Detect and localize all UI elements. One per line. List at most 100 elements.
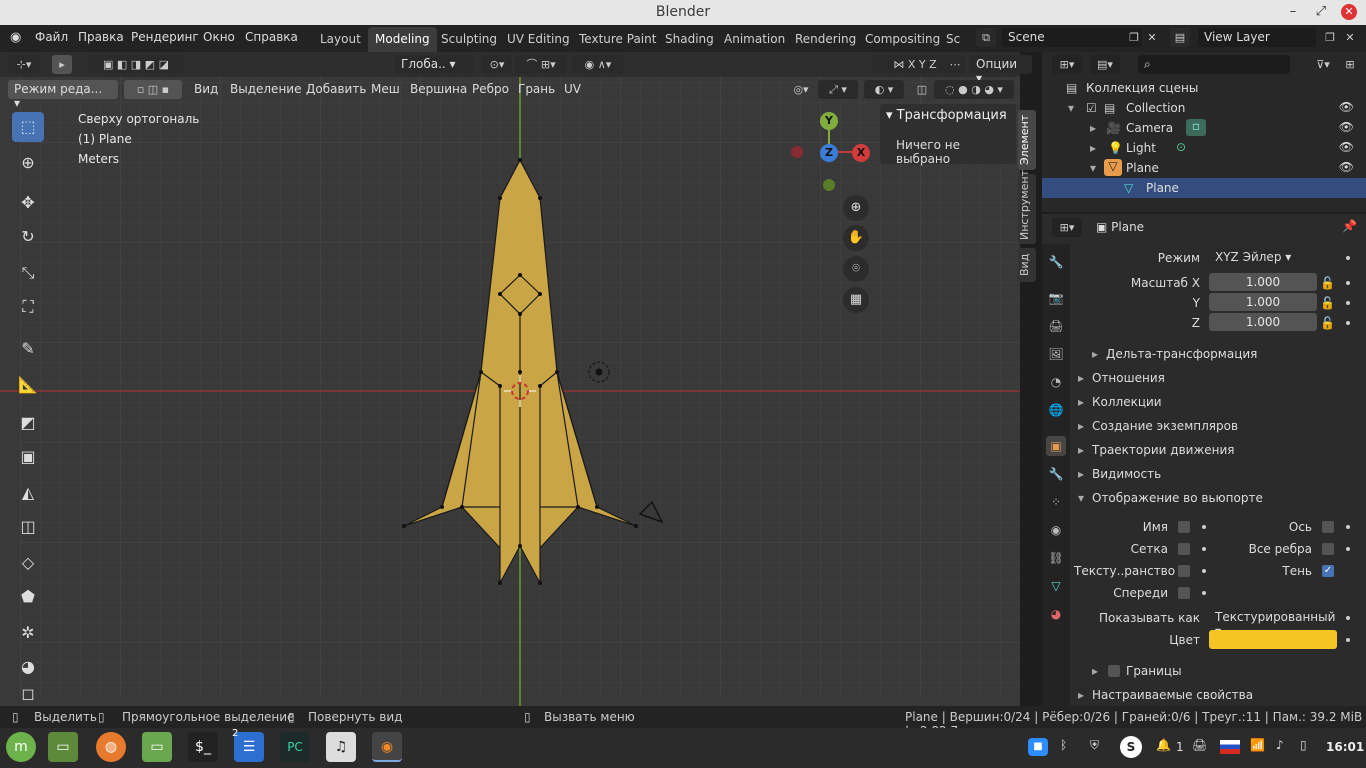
lock-x-icon[interactable]: 🔓 [1320,276,1335,290]
pivot-icon[interactable]: ⊙▾ [482,55,512,74]
modifier-tab-icon[interactable]: 🔧 [1046,464,1066,484]
blender-logo-icon[interactable]: ◉ [10,30,21,45]
pin-icon[interactable]: 📌 [1342,219,1357,233]
particles-tab-icon[interactable]: ⁘ [1046,492,1066,512]
camera-data-icon[interactable]: ▫ [1186,119,1206,136]
bounds-checkbox[interactable] [1108,665,1120,677]
select-box-tool-icon[interactable]: ⬚ [12,112,44,142]
volume-icon[interactable]: ♪ [1276,738,1284,752]
rotation-mode-dropdown[interactable]: XYZ Эйлер ▾ [1209,248,1317,267]
mesh-select-mode-icons[interactable]: ▫ ◫ ▪ [124,80,182,99]
output-tab-icon[interactable]: 🖨 [1046,316,1066,336]
tab-modeling[interactable]: Modeling [368,27,437,52]
menu-vertex[interactable]: Вершина [410,82,467,96]
ortho-grid-icon[interactable]: ▦ [843,287,869,313]
music-icon[interactable]: ♫ [326,732,356,762]
gizmo-z[interactable]: Z [820,144,838,162]
new-collection-icon[interactable]: ⊞ [1340,55,1360,74]
scale-tool-icon[interactable]: ⤡ [12,258,44,288]
firefox-icon[interactable]: ◍ [96,732,126,762]
close-icon[interactable]: ✕ [1341,4,1357,20]
all-edges-checkbox[interactable] [1322,543,1334,555]
remove-icon[interactable]: ✕ [1142,28,1162,47]
instancing-panel[interactable]: Создание экземпляров [1072,419,1366,441]
axis-checkbox[interactable] [1322,521,1334,533]
menu-uv[interactable]: UV [564,82,581,96]
light-data-icon[interactable]: ⊙ [1176,140,1186,154]
skype-icon[interactable]: S [1120,736,1142,758]
notifications-icon[interactable]: 🔔 [1156,738,1171,752]
scale-x-field[interactable]: 1.000 [1209,273,1317,291]
menu-window[interactable]: Окно [203,30,235,44]
editor-type-icon[interactable]: ⊹▾ [8,55,40,74]
zoom-icon[interactable]: ⊕ [843,195,869,221]
zoom-app-icon[interactable]: ■ [1028,738,1048,756]
collections-panel[interactable]: Коллекции [1072,395,1366,417]
scene-name-field[interactable]: Scene [1002,28,1142,47]
eye-icon[interactable]: 👁 [1339,140,1354,154]
inset-tool-icon[interactable]: ▣ [12,442,44,472]
view-layer-icon[interactable]: ▤ [1170,28,1190,47]
wifi-icon[interactable]: 📶 [1250,738,1265,752]
measure-tool-icon[interactable]: 📐 [12,370,44,400]
lock-z-icon[interactable]: 🔓 [1320,316,1335,330]
menu-view[interactable]: Вид [194,82,218,96]
gizmo-x[interactable]: X [852,144,870,162]
remove-layer-icon[interactable]: ✕ [1340,28,1360,47]
relations-panel[interactable]: Отношения [1072,371,1366,393]
snap-icon[interactable]: ⌒ ⊞▾ [515,55,567,74]
eye-icon[interactable]: 👁 [1339,100,1354,114]
in-front-checkbox[interactable] [1178,587,1190,599]
overlay-toggle-icon[interactable]: ◐ ▾ [864,80,904,99]
menu-mesh[interactable]: Меш [371,82,400,96]
menu-edge[interactable]: Ребро [472,82,509,96]
texture-space-checkbox[interactable] [1178,565,1190,577]
outliner-plane[interactable]: ▾ ▽ Plane 👁 [1042,158,1366,178]
transform-panel-title[interactable]: ▾ Трансформация [886,108,1007,123]
terminal-icon[interactable]: $_ [188,732,218,762]
3d-viewport[interactable]: Y Z X ⊕ ✋ ⌾ ▦ Сверху ортогональ (1) Plan… [0,52,1020,706]
view-layer-field[interactable]: View Layer [1198,28,1316,47]
render-tab-icon[interactable]: 📷 [1046,288,1066,308]
extrude-tool-icon[interactable]: ◩ [12,408,44,438]
props-editor-icon[interactable]: ⊞▾ [1052,218,1082,237]
menu-select[interactable]: Выделение [230,82,301,96]
mint-menu-icon[interactable]: m [6,732,36,762]
minimize-icon[interactable]: – [1284,3,1302,21]
physics-tab-icon[interactable]: ◉ [1046,520,1066,540]
shield-icon[interactable]: ⛨ [1090,738,1099,753]
knife-tool-icon[interactable]: ◇ [12,548,44,578]
loop-cut-tool-icon[interactable]: ◫ [12,512,44,542]
keyboard-layout-icon[interactable] [1220,740,1240,754]
menu-file[interactable]: Файл [35,30,68,44]
tab-sculpting[interactable]: Sculpting [434,27,504,52]
constraints-tab-icon[interactable]: ⛓ [1046,548,1066,568]
tab-item[interactable]: Элемент [1018,110,1036,170]
poly-build-tool-icon[interactable]: ⬟ [12,582,44,612]
data-tab-icon[interactable]: ▽ [1046,576,1066,596]
shading-mode-icons[interactable]: ◌ ● ◑ ◕ ▾ [934,80,1014,99]
pan-hand-icon[interactable]: ✋ [843,225,869,251]
tool-tab-icon[interactable]: 🔧 [1046,252,1066,272]
scene-icon[interactable]: ⧉ [976,28,996,47]
gizmo-toggle-icon[interactable]: ⤢ ▾ [818,80,858,99]
menu-add[interactable]: Добавить [306,82,366,96]
spin-tool-icon[interactable]: ✲ [12,618,44,648]
tab-tool[interactable]: Инструмент [1018,170,1036,244]
smooth-tool-icon[interactable]: ◕ [12,652,44,682]
auto-merge-icon[interactable]: ⋯ [945,55,965,74]
outliner-collection[interactable]: ▾ ☑ ▤ Collection 👁 [1042,98,1366,118]
proportional-edit-icon[interactable]: ◉ ∧▾ [572,55,624,74]
options-dropdown[interactable]: Опции ▾ [970,55,1032,85]
tab-layout[interactable]: Layout [313,27,368,52]
tab-uv-editing[interactable]: UV Editing [500,27,577,52]
outliner-plane-mesh[interactable]: ▽ Plane [1042,178,1366,198]
color-swatch[interactable] [1209,630,1337,649]
viewport-display-panel[interactable]: Отображение во вьюпорте [1072,491,1366,513]
copy-icon[interactable]: ❐ [1124,28,1144,47]
files-icon[interactable]: ▭ [48,732,78,762]
move-tool-icon[interactable]: ✥ [12,188,44,218]
scale-z-field[interactable]: 1.000 [1209,313,1317,331]
checkbox-icon[interactable]: ☑ [1086,101,1097,115]
select-tool-icon[interactable]: ▸ [52,55,72,74]
